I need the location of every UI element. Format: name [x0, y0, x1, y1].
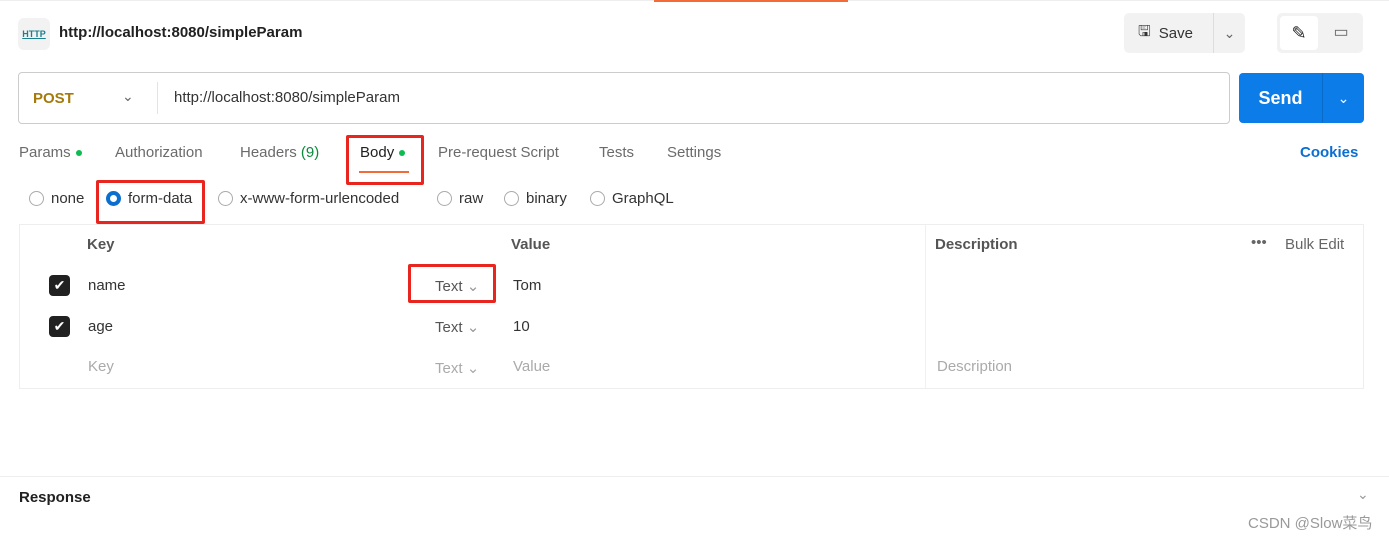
row-key[interactable]: name	[88, 277, 126, 294]
header-description: Description	[935, 236, 1018, 253]
form-data-table	[19, 224, 1364, 389]
chevron-down-icon[interactable]: ⌄	[1357, 486, 1369, 503]
tab-tests[interactable]: Tests	[599, 144, 634, 161]
highlight-box	[96, 180, 205, 224]
row-checkbox[interactable]: ✔	[49, 275, 70, 296]
method-select[interactable]: POST	[33, 90, 74, 107]
radio-none[interactable]: none	[29, 190, 84, 207]
response-divider	[0, 476, 1389, 477]
cookies-link[interactable]: Cookies	[1300, 144, 1358, 161]
radio-graphql[interactable]: GraphQL	[590, 190, 674, 207]
response-title[interactable]: Response	[19, 489, 91, 506]
radio-icon	[590, 191, 605, 206]
more-icon[interactable]: •••	[1251, 234, 1267, 251]
save-button-group: 🖫 Save ⌄	[1124, 13, 1245, 53]
url-input[interactable]: http://localhost:8080/simpleParam	[174, 89, 400, 106]
highlight-box	[408, 264, 496, 303]
chevron-down-icon: ⌄	[466, 319, 480, 336]
tab-authorization[interactable]: Authorization	[115, 144, 203, 161]
radio-binary[interactable]: binary	[504, 190, 567, 207]
tab-settings[interactable]: Settings	[667, 144, 721, 161]
tab-headers[interactable]: Headers (9)	[240, 144, 319, 161]
row-checkbox[interactable]: ✔	[49, 316, 70, 337]
status-dot	[75, 150, 82, 157]
save-button[interactable]: 🖫 Save	[1124, 13, 1214, 53]
chevron-down-icon[interactable]: ⌄	[122, 88, 134, 105]
save-dropdown-chevron-icon[interactable]: ⌄	[1214, 25, 1245, 42]
divider	[157, 82, 158, 114]
save-icon: 🖫	[1138, 22, 1151, 40]
row-key[interactable]: age	[88, 318, 113, 335]
row-value[interactable]: Tom	[513, 277, 541, 294]
highlight-box	[346, 135, 424, 185]
new-key-input[interactable]: Key	[88, 358, 114, 375]
send-button[interactable]: Send	[1239, 73, 1323, 123]
type-select[interactable]: Text ⌄	[435, 318, 479, 336]
header-value: Value	[511, 236, 551, 253]
bulk-edit-link[interactable]: Bulk Edit	[1285, 236, 1344, 253]
radio-raw[interactable]: raw	[437, 190, 483, 207]
radio-x-www-form-urlencoded[interactable]: x-www-form-urlencoded	[218, 190, 399, 207]
column-divider	[925, 225, 926, 388]
http-icon: HTTP	[18, 18, 50, 50]
new-value-input[interactable]: Value	[513, 358, 550, 375]
active-tab-indicator	[654, 0, 848, 2]
row-value[interactable]: 10	[513, 318, 530, 335]
comment-icon[interactable]: ▭	[1322, 16, 1360, 50]
radio-icon	[29, 191, 44, 206]
send-button-group: Send ⌄	[1239, 73, 1364, 123]
watermark: CSDN @Slow菜鸟	[1248, 515, 1373, 532]
pencil-icon[interactable]: ✎	[1280, 16, 1318, 50]
request-title: http://localhost:8080/simpleParam	[59, 24, 303, 41]
send-dropdown-chevron-icon[interactable]: ⌄	[1323, 73, 1364, 123]
tab-pre-request-script[interactable]: Pre-request Script	[438, 144, 559, 161]
new-description-input[interactable]: Description	[937, 358, 1012, 375]
radio-icon	[437, 191, 452, 206]
header-key: Key	[87, 236, 115, 253]
chevron-down-icon: ⌄	[466, 360, 480, 377]
type-select[interactable]: Text ⌄	[435, 359, 479, 377]
tab-params[interactable]: Params	[19, 144, 82, 161]
radio-icon	[218, 191, 233, 206]
radio-icon	[504, 191, 519, 206]
